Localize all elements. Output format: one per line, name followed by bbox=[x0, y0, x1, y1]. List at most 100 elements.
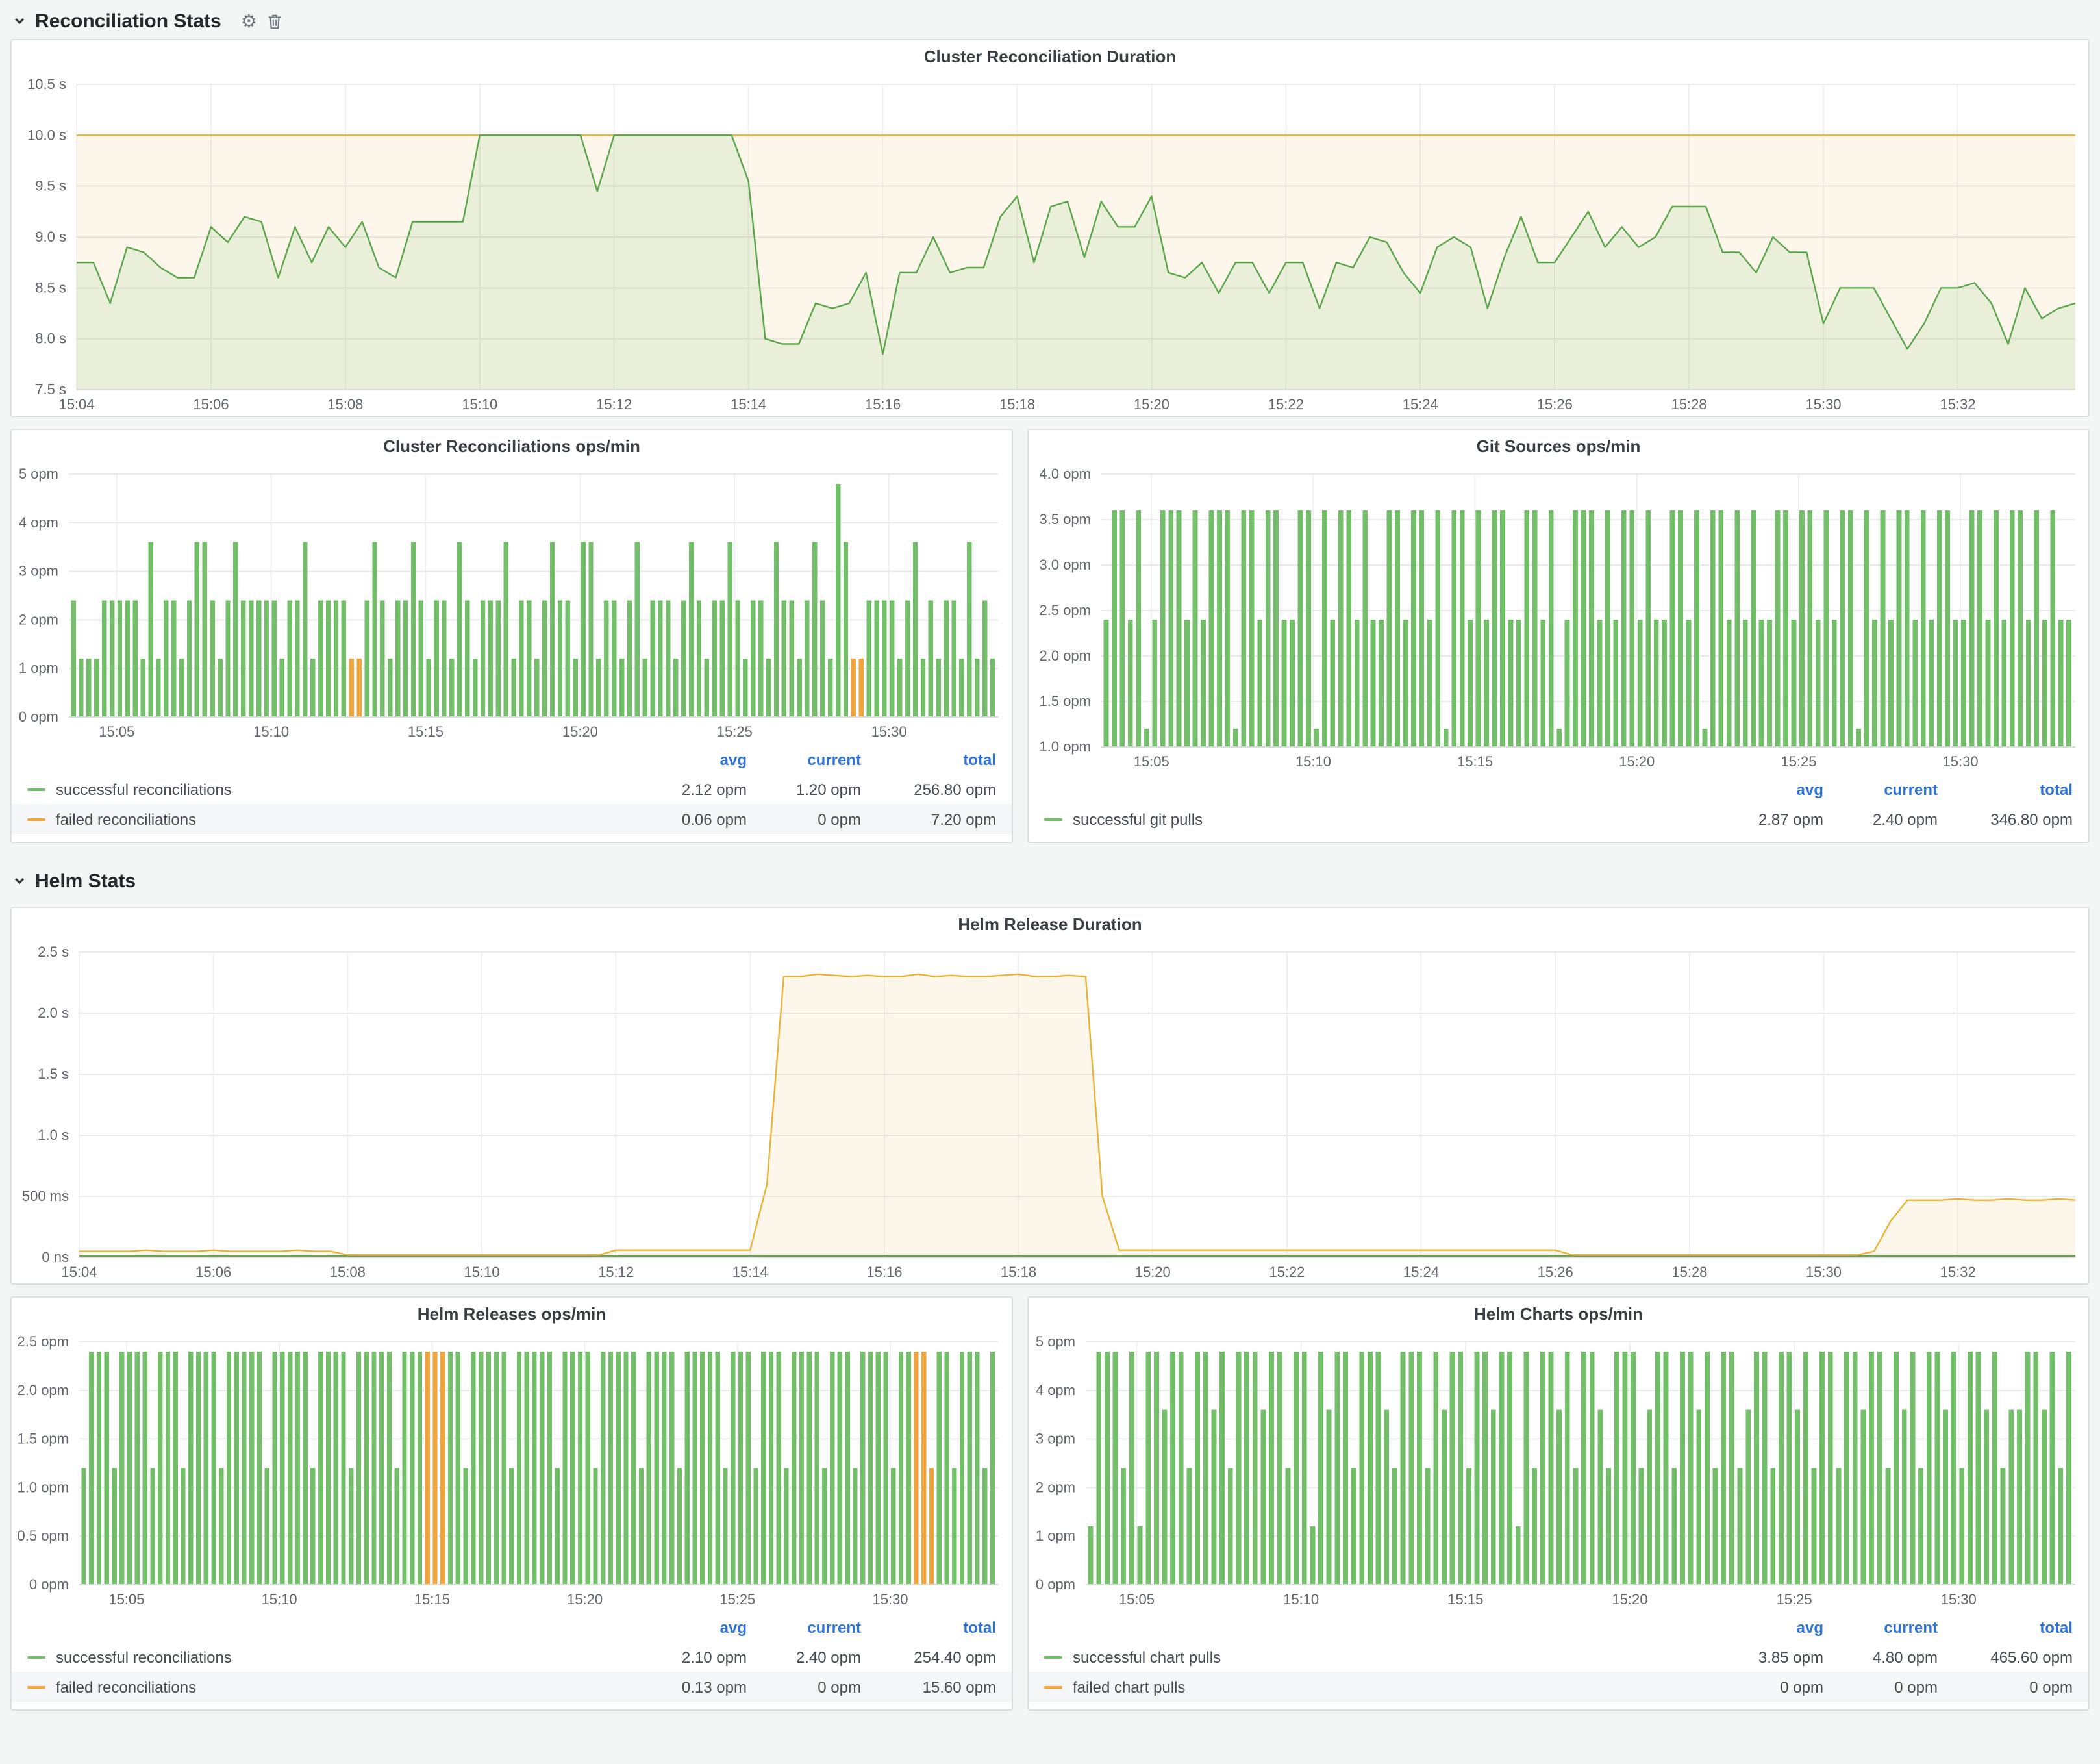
svg-text:15:10: 15:10 bbox=[1283, 1591, 1319, 1607]
svg-text:15:22: 15:22 bbox=[1269, 1264, 1305, 1280]
legend-series-label[interactable]: failed reconciliations bbox=[27, 1678, 632, 1696]
svg-text:15:22: 15:22 bbox=[1268, 396, 1304, 412]
legend-header-total[interactable]: total bbox=[861, 1618, 996, 1636]
svg-text:4.0 opm: 4.0 opm bbox=[1040, 466, 1092, 482]
chevron-down-icon bbox=[13, 14, 26, 27]
panel-row: Helm Releases ops/min 15:0515:1015:1515:… bbox=[10, 1296, 2090, 1711]
legend-series-label[interactable]: successful reconciliations bbox=[27, 780, 632, 798]
legend-header-current[interactable]: current bbox=[747, 1618, 861, 1636]
section-title: Helm Stats bbox=[35, 870, 136, 892]
svg-text:5 opm: 5 opm bbox=[19, 466, 58, 482]
legend-row-successful: successful reconciliations 2.12 opm 1.20… bbox=[12, 774, 1012, 804]
svg-text:15:30: 15:30 bbox=[1806, 1264, 1842, 1280]
svg-text:15:06: 15:06 bbox=[193, 396, 229, 412]
legend-header-total[interactable]: total bbox=[1938, 1618, 2073, 1636]
series-name: failed reconciliations bbox=[56, 810, 196, 828]
svg-text:2.0 opm: 2.0 opm bbox=[1040, 648, 1092, 664]
svg-text:8.5 s: 8.5 s bbox=[35, 279, 66, 296]
panel-helm-charts-opm: Helm Charts ops/min 15:0515:1015:1515:20… bbox=[1027, 1296, 2090, 1711]
legend-row-failed: failed reconciliations 0.13 opm 0 opm 15… bbox=[12, 1672, 1012, 1702]
legend-header-current[interactable]: current bbox=[1823, 1618, 1938, 1636]
legend-header-current[interactable]: current bbox=[747, 750, 861, 768]
svg-text:15:15: 15:15 bbox=[1457, 753, 1493, 770]
legend-header-avg[interactable]: avg bbox=[632, 750, 747, 768]
panel-title[interactable]: Helm Release Duration bbox=[12, 908, 2088, 942]
legend-total-value: 256.80 opm bbox=[861, 780, 996, 798]
svg-text:15:15: 15:15 bbox=[1447, 1591, 1483, 1607]
legend-header-total[interactable]: total bbox=[861, 750, 996, 768]
series-name: successful reconciliations bbox=[56, 1648, 232, 1666]
svg-text:15:20: 15:20 bbox=[1619, 753, 1655, 770]
svg-text:2 opm: 2 opm bbox=[1036, 1479, 1075, 1495]
legend-series-label[interactable]: failed chart pulls bbox=[1044, 1678, 1709, 1696]
svg-text:0 ns: 0 ns bbox=[42, 1249, 69, 1265]
svg-text:3 opm: 3 opm bbox=[19, 563, 58, 579]
series-name: successful reconciliations bbox=[56, 780, 232, 798]
svg-text:5 opm: 5 opm bbox=[1036, 1333, 1075, 1350]
svg-text:2.0 s: 2.0 s bbox=[38, 1005, 69, 1021]
series-name: failed chart pulls bbox=[1073, 1678, 1185, 1696]
svg-text:15:06: 15:06 bbox=[195, 1264, 231, 1280]
helm-charts-chart[interactable]: 15:0515:1015:1515:2015:2515:300 opm1 opm… bbox=[1029, 1331, 2088, 1611]
svg-text:15:10: 15:10 bbox=[464, 1264, 499, 1280]
cluster-reconciliation-duration-chart[interactable]: 15:0415:0615:0815:1015:1215:1415:1615:18… bbox=[12, 74, 2088, 416]
chevron-down-icon bbox=[13, 874, 26, 887]
svg-text:1.5 opm: 1.5 opm bbox=[1040, 693, 1092, 709]
gear-icon[interactable]: ⚙ bbox=[241, 12, 257, 30]
legend: avg current total successful chart pulls… bbox=[1029, 1611, 2088, 1709]
cluster-reconciliations-chart[interactable]: 15:0515:1015:1515:2015:2515:300 opm1 opm… bbox=[12, 464, 1012, 743]
legend-header-avg[interactable]: avg bbox=[632, 1618, 747, 1636]
svg-text:15:24: 15:24 bbox=[1403, 396, 1438, 412]
legend-series-label[interactable]: failed reconciliations bbox=[27, 810, 632, 828]
legend-total-value: 15.60 opm bbox=[861, 1678, 996, 1696]
helm-release-duration-chart[interactable]: 15:0415:0615:0815:1015:1215:1415:1615:18… bbox=[12, 942, 2088, 1283]
svg-text:15:24: 15:24 bbox=[1403, 1264, 1439, 1280]
svg-text:0.5 opm: 0.5 opm bbox=[18, 1528, 69, 1544]
legend-avg-value: 2.10 opm bbox=[632, 1648, 747, 1666]
svg-text:15:10: 15:10 bbox=[253, 724, 289, 740]
svg-text:15:28: 15:28 bbox=[1671, 396, 1707, 412]
svg-text:15:15: 15:15 bbox=[408, 724, 444, 740]
section-title: Reconciliation Stats bbox=[35, 10, 221, 32]
legend: avg current total successful reconciliat… bbox=[12, 743, 1012, 842]
legend-header-total[interactable]: total bbox=[1938, 780, 2073, 798]
trash-icon[interactable] bbox=[266, 12, 283, 29]
section-header-helm-stats[interactable]: Helm Stats bbox=[10, 863, 2090, 899]
legend-header-avg[interactable]: avg bbox=[1709, 1618, 1823, 1636]
svg-text:15:15: 15:15 bbox=[414, 1591, 450, 1607]
panel-git-sources-opm: Git Sources ops/min 15:0515:1015:1515:20… bbox=[1027, 429, 2090, 843]
panel-title[interactable]: Cluster Reconciliation Duration bbox=[12, 40, 2088, 74]
legend-avg-value: 0.06 opm bbox=[632, 810, 747, 828]
legend-header-row: avg current total bbox=[1029, 774, 2088, 804]
section-header-reconciliation-stats[interactable]: Reconciliation Stats ⚙ bbox=[10, 3, 2090, 39]
series-color-swatch bbox=[27, 1685, 45, 1688]
series-color-swatch bbox=[1044, 1656, 1062, 1658]
git-sources-chart[interactable]: 15:0515:1015:1515:2015:2515:301.0 opm1.5… bbox=[1029, 464, 2088, 773]
panel-title[interactable]: Cluster Reconciliations ops/min bbox=[12, 430, 1012, 464]
panel-title[interactable]: Helm Releases ops/min bbox=[12, 1298, 1012, 1331]
panel-title[interactable]: Helm Charts ops/min bbox=[1029, 1298, 2088, 1331]
legend-header-current[interactable]: current bbox=[1823, 780, 1938, 798]
legend-header-row: avg current total bbox=[1029, 1612, 2088, 1642]
legend-series-label[interactable]: successful chart pulls bbox=[1044, 1648, 1709, 1666]
legend-current-value: 2.40 opm bbox=[1823, 810, 1938, 828]
svg-text:8.0 s: 8.0 s bbox=[35, 331, 66, 347]
legend-row-failed: failed reconciliations 0.06 opm 0 opm 7.… bbox=[12, 804, 1012, 834]
legend-total-value: 7.20 opm bbox=[861, 810, 996, 828]
svg-text:15:20: 15:20 bbox=[1612, 1591, 1647, 1607]
svg-text:15:25: 15:25 bbox=[717, 724, 753, 740]
svg-text:3.5 opm: 3.5 opm bbox=[1040, 511, 1092, 527]
legend-total-value: 346.80 opm bbox=[1938, 810, 2073, 828]
panel-title[interactable]: Git Sources ops/min bbox=[1029, 430, 2088, 464]
helm-releases-chart[interactable]: 15:0515:1015:1515:2015:2515:300 opm0.5 o… bbox=[12, 1331, 1012, 1611]
svg-text:15:25: 15:25 bbox=[719, 1591, 755, 1607]
legend-series-label[interactable]: successful reconciliations bbox=[27, 1648, 632, 1666]
legend-header-row: avg current total bbox=[12, 1612, 1012, 1642]
legend-avg-value: 2.12 opm bbox=[632, 780, 747, 798]
svg-text:15:20: 15:20 bbox=[562, 724, 598, 740]
legend-series-label[interactable]: successful git pulls bbox=[1044, 810, 1709, 828]
svg-text:15:30: 15:30 bbox=[1943, 753, 1979, 770]
grafana-dashboard: Reconciliation Stats ⚙ Cluster Reconcili… bbox=[0, 0, 2100, 1764]
svg-text:4 opm: 4 opm bbox=[19, 514, 58, 531]
legend-header-avg[interactable]: avg bbox=[1709, 780, 1823, 798]
